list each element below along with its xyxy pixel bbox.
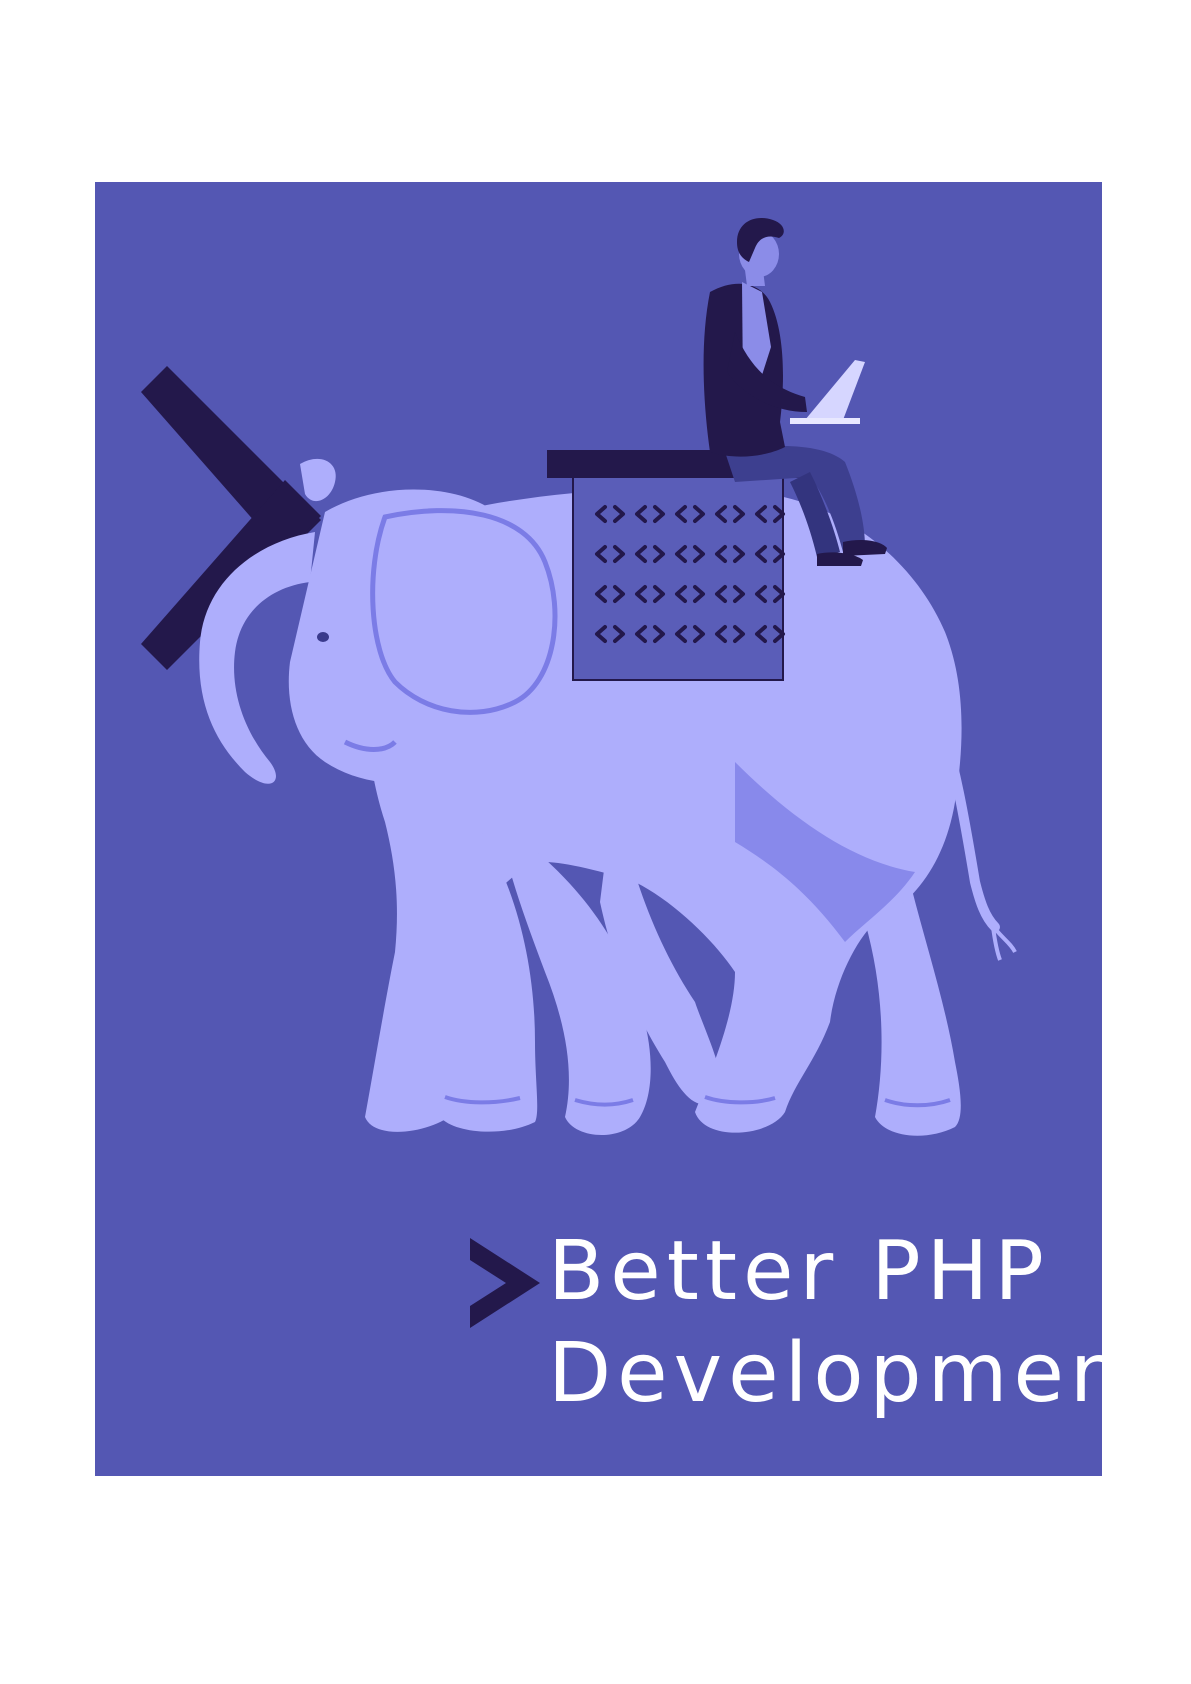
book-cover: Better PHP Development (95, 182, 1102, 1476)
title-line-2: Development (548, 1326, 1102, 1421)
title-chevron-icon (470, 1238, 540, 1328)
code-pattern-saddle (547, 450, 817, 681)
elephant-eye (317, 632, 329, 642)
cover-title: Better PHP Development (470, 1224, 1102, 1432)
title-line-1: Better PHP (548, 1224, 1050, 1319)
